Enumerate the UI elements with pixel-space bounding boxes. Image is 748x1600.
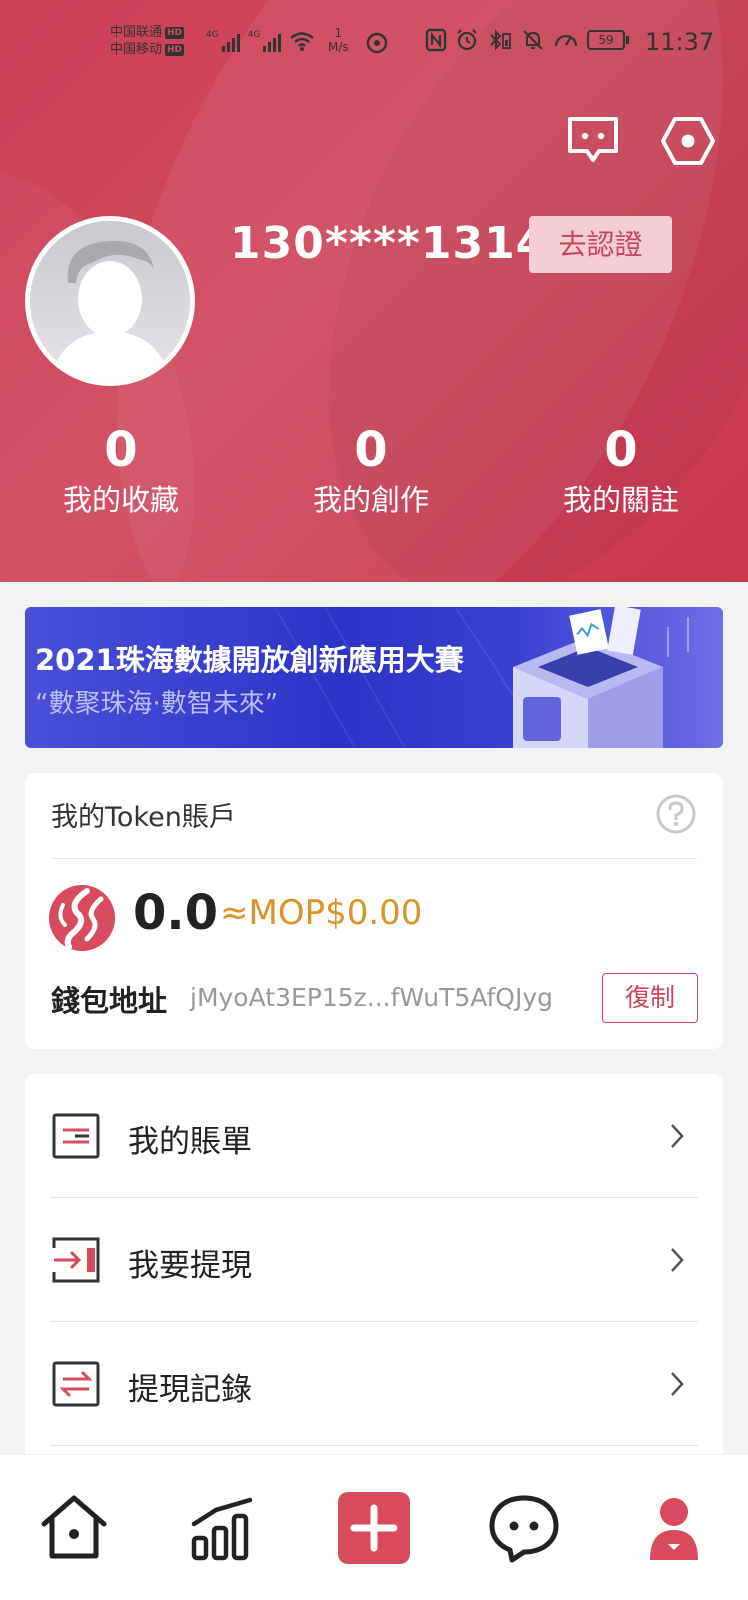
- stats-row: 0 我的收藏 0 我的創作 0 我的關註: [0, 420, 748, 520]
- profile-icon[interactable]: [636, 1490, 712, 1566]
- banner-subtitle: “數聚珠海·數智未來”: [35, 689, 279, 719]
- chat-icon[interactable]: [486, 1490, 562, 1566]
- carrier-2: 中国移动: [110, 42, 163, 57]
- message-icon[interactable]: [565, 115, 621, 167]
- home-icon[interactable]: [36, 1490, 112, 1566]
- chevron-right-icon: [671, 1124, 684, 1148]
- stat-favorites[interactable]: 0 我的收藏: [0, 420, 246, 520]
- avatar-placeholder-icon: [30, 221, 190, 381]
- mute-icon: [523, 30, 543, 50]
- network-speed: 1 M/s: [328, 26, 349, 54]
- withdraw-record-icon: [52, 1361, 100, 1407]
- bluetooth-battery-icon: [490, 29, 511, 51]
- signal-icon-2: 4G: [248, 30, 282, 52]
- stat-count: 0: [104, 422, 138, 478]
- phone-number: 130****1314: [230, 218, 548, 269]
- carrier-info: 中国联通 HD 中国移动 HD: [110, 25, 185, 57]
- chart-icon[interactable]: [186, 1490, 262, 1566]
- stat-label: 我的關註: [562, 483, 679, 517]
- stat-count: 0: [604, 422, 638, 478]
- token-account-title: 我的Token賬戶: [51, 802, 236, 833]
- withdraw-icon: [52, 1237, 100, 1283]
- menu-item-withdraw-record[interactable]: 提現記錄: [25, 1322, 723, 1446]
- battery-icon: 59: [587, 30, 629, 50]
- help-icon[interactable]: [655, 793, 697, 835]
- menu-item-bills[interactable]: 我的賬單: [25, 1074, 723, 1198]
- banner-title: 2021珠海數據開放創新應用大賽: [35, 643, 464, 677]
- promo-banner[interactable]: 2021珠海數據開放創新應用大賽 “數聚珠海·數智未來”: [25, 607, 723, 748]
- signal-icons: 4G 4G: [206, 30, 315, 52]
- bottom-navigation: [0, 1455, 748, 1600]
- mop-value: ≈MOP$0.00: [220, 893, 423, 933]
- stat-label: 我的收藏: [62, 483, 179, 517]
- nfc-icon: [425, 28, 447, 52]
- wallet-address: jMyoAt3EP15z...fWuT5AfQJyg: [190, 983, 554, 1012]
- carrier-1: 中国联通: [110, 25, 163, 40]
- speedometer-icon: [554, 34, 578, 47]
- copy-button[interactable]: 復制: [602, 973, 698, 1023]
- token-account-card: 我的Token賬戶 0.0 ≈MOP$0.00 錢包地址 jMyoAt3EP15…: [25, 773, 723, 1049]
- alarm-icon: [457, 29, 477, 51]
- clock: 11:37: [645, 28, 715, 56]
- signal-icon-1: 4G: [206, 30, 240, 52]
- menu-label: 提現記錄: [128, 1372, 252, 1408]
- token-logo-icon: [49, 885, 115, 951]
- avatar[interactable]: [25, 216, 195, 386]
- menu-list: 我的賬單 我要提現 提現記錄: [25, 1074, 723, 1454]
- bill-icon: [52, 1113, 100, 1159]
- status-bar: 中国联通 HD 中国移动 HD 4G 4G 1 M/s 59 11:37: [0, 18, 748, 68]
- server-illustration-icon: [513, 607, 689, 748]
- wifi-icon: [290, 32, 315, 51]
- stat-creations[interactable]: 0 我的創作: [246, 420, 496, 520]
- stat-count: 0: [354, 422, 388, 478]
- menu-label: 我的賬單: [128, 1124, 252, 1160]
- stat-label: 我的創作: [312, 483, 429, 517]
- menu-label: 我要提現: [128, 1248, 252, 1284]
- verify-button[interactable]: 去認證: [529, 216, 672, 273]
- chevron-right-icon: [671, 1372, 684, 1396]
- hotspot-icon: [366, 32, 388, 54]
- plus-icon[interactable]: [336, 1490, 412, 1566]
- chevron-right-icon: [671, 1248, 684, 1272]
- settings-icon[interactable]: [660, 115, 716, 167]
- menu-item-withdraw[interactable]: 我要提現: [25, 1198, 723, 1322]
- token-balance: 0.0: [133, 885, 219, 941]
- stat-following[interactable]: 0 我的關註: [496, 420, 746, 520]
- wallet-label: 錢包地址: [51, 984, 168, 1018]
- profile-header: 中国联通 HD 中国移动 HD 4G 4G 1 M/s 59 11:37 130…: [0, 0, 748, 582]
